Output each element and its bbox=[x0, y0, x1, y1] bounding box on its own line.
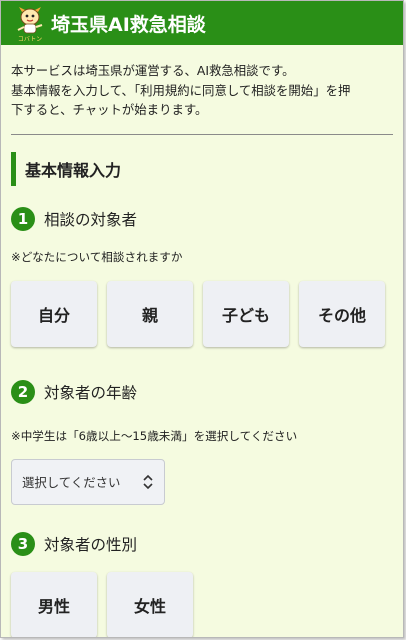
section-accent-bar bbox=[11, 152, 16, 186]
divider bbox=[11, 134, 393, 135]
question-label: 相談の対象者 bbox=[44, 211, 138, 229]
section-title: 基本情報入力 bbox=[25, 161, 122, 180]
app-header: コバトン 埼玉県AI救急相談 bbox=[1, 1, 403, 45]
section-header: 基本情報入力 bbox=[11, 152, 401, 186]
age-select-value: 選択してください bbox=[22, 475, 121, 490]
question-gender: 3 対象者の性別 bbox=[11, 531, 137, 557]
intro-text: 本サービスは埼玉県が運営する、AI救急相談です。 基本情報を入力して、「利用規約… bbox=[11, 61, 397, 120]
option-male-button[interactable]: 男性 bbox=[11, 572, 97, 637]
option-other-button[interactable]: その他 bbox=[299, 281, 385, 347]
question-note: ※中学生は「6歳以上～15歳未満」を選択してください bbox=[11, 429, 298, 443]
question-note: ※どなたについて相談されますか bbox=[11, 250, 183, 264]
logo-caption: コバトン bbox=[17, 36, 43, 43]
question-age: 2 対象者の年齢 bbox=[11, 379, 137, 405]
question-number-badge: 1 bbox=[11, 207, 35, 231]
gender-options: 男性 女性 bbox=[11, 572, 193, 637]
app-title: 埼玉県AI救急相談 bbox=[51, 14, 206, 36]
up-down-chevron-icon bbox=[143, 474, 153, 490]
question-label: 対象者の年齢 bbox=[44, 384, 138, 402]
option-female-button[interactable]: 女性 bbox=[107, 572, 193, 637]
age-select[interactable]: 選択してください bbox=[11, 459, 165, 505]
intro-line: 下すると、チャットが始まります。 bbox=[11, 102, 208, 117]
question-number-badge: 2 bbox=[11, 380, 35, 404]
subject-options: 自分 親 子ども その他 bbox=[11, 281, 385, 347]
question-number-badge: 3 bbox=[11, 532, 35, 556]
app-frame: コバトン 埼玉県AI救急相談 本サービスは埼玉県が運営する、AI救急相談です。 … bbox=[0, 0, 404, 638]
intro-line: 本サービスは埼玉県が運営する、AI救急相談です。 bbox=[11, 63, 295, 78]
option-parent-button[interactable]: 親 bbox=[107, 281, 193, 347]
question-label: 対象者の性別 bbox=[44, 536, 138, 554]
option-child-button[interactable]: 子ども bbox=[203, 281, 289, 347]
intro-line: 基本情報を入力して、「利用規約に同意して相談を開始」を押 bbox=[11, 82, 351, 98]
option-self-button[interactable]: 自分 bbox=[11, 281, 97, 347]
question-subject: 1 相談の対象者 bbox=[11, 206, 137, 232]
